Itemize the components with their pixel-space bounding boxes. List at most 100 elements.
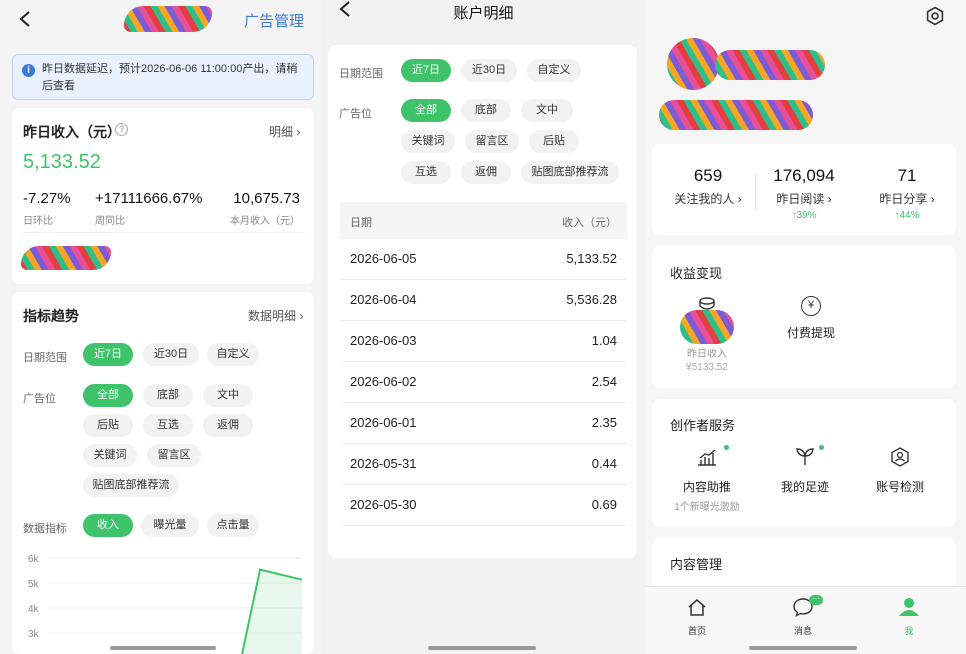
avatar[interactable] — [667, 38, 719, 90]
account-check-icon — [891, 447, 909, 467]
stat-followers-value: 659 — [693, 166, 723, 185]
row-income: 1.04 — [591, 333, 617, 348]
table-row: 2026-06-03 1.04 — [340, 321, 627, 362]
stat-reads-value: 176,094 — [773, 166, 835, 185]
row-date: 2026-06-03 — [350, 333, 417, 348]
chip-income[interactable]: 收入 — [83, 514, 133, 537]
chart-y-tick-label: 4k — [28, 604, 40, 615]
stat-followers[interactable]: 659 关注我的人 › — [658, 166, 758, 207]
monetize-card: 收益变现 昨日收入 ¥5133.52 ¥ 付费提现 — [652, 246, 956, 388]
chip-impressions[interactable]: 曝光量 — [141, 514, 199, 537]
trend-detail-link[interactable]: 数据明细 › — [248, 307, 303, 324]
row-date: 2026-06-01 — [350, 415, 417, 430]
row-income: 5,133.52 — [566, 251, 617, 266]
growth-chart-icon — [698, 449, 716, 466]
yesterday-income-value: ¥5133.52 — [686, 362, 728, 373]
notice-text: 昨日数据延迟，预计2026-06-06 11:00:00产出，请稍后查看 — [42, 63, 298, 92]
table-row: 2026-06-01 2.35 — [340, 403, 627, 444]
settings-icon[interactable] — [925, 6, 945, 26]
chip-rebate[interactable]: 返佣 — [203, 414, 253, 437]
chip-bottom[interactable]: 底部 — [143, 384, 193, 407]
chip-comment-area[interactable]: 留言区 — [147, 444, 201, 467]
chip-image-bottom-feed[interactable]: 贴图底部推荐流 — [521, 161, 619, 184]
chip-in-text[interactable]: 文中 — [521, 99, 573, 122]
stat-shares-growth: ↑44% — [894, 210, 920, 221]
person-icon — [899, 598, 919, 616]
chip-post-roll[interactable]: 后贴 — [83, 414, 133, 437]
chip-custom[interactable]: 自定义 — [207, 343, 259, 366]
bottom-tab-bar: 首页 ··· 消息 我 — [645, 586, 966, 654]
chart-y-tick-label: 3k — [28, 629, 40, 640]
tab-messages[interactable]: ··· 消息 — [783, 595, 823, 637]
chip-7d[interactable]: 近7日 — [401, 59, 451, 82]
table-row: 2026-05-31 0.44 — [340, 444, 627, 485]
chip-bottom[interactable]: 底部 — [461, 99, 511, 122]
monetize-title: 收益变现 — [670, 266, 723, 281]
home-icon — [688, 599, 706, 616]
chip-image-bottom-feed[interactable]: 贴图底部推荐流 — [83, 474, 179, 497]
ad-position-label: 广告位 — [339, 108, 372, 120]
obscured-username — [715, 50, 825, 80]
home-indicator — [428, 646, 536, 650]
trend-chart: 6k 5k 4k 3k — [28, 554, 303, 654]
ad-position-label: 广告位 — [23, 393, 56, 405]
row-date: 2026-06-02 — [350, 374, 417, 389]
profile-screen: 659 关注我的人 › 176,094 昨日阅读 › ↑39% 71 昨日分享 … — [645, 0, 966, 654]
content-boost-entry[interactable]: 内容助推 1个新曝光激励 — [662, 445, 752, 513]
help-icon[interactable]: ? — [115, 123, 128, 136]
chip-in-text[interactable]: 文中 — [203, 384, 253, 407]
content-boost-label: 内容助推 — [682, 480, 731, 494]
stat-shares-value: 71 — [897, 166, 917, 185]
obscured-content — [680, 310, 734, 344]
chip-all[interactable]: 全部 — [83, 384, 133, 407]
account-detail-card: 日期范围 近7日 近30日 自定义 广告位 全部 底部 文中 关键词 留言区 后… — [328, 45, 637, 558]
chip-mutual-select[interactable]: 互选 — [143, 414, 193, 437]
unread-badge-icon: ··· — [809, 595, 823, 605]
chip-30d[interactable]: 近30日 — [461, 59, 517, 82]
tab-home-label: 首页 — [687, 626, 706, 636]
col-income: 收入（元） — [562, 217, 617, 229]
content-boost-sub: 1个新曝光激励 — [674, 502, 740, 513]
yesterday-income-entry[interactable]: 昨日收入 ¥5133.52 — [676, 296, 738, 373]
stat-reads[interactable]: 176,094 昨日阅读 › ↑39% — [754, 166, 854, 221]
row-date: 2026-06-04 — [350, 292, 417, 307]
chip-comment-area[interactable]: 留言区 — [465, 130, 519, 153]
tab-messages-label: 消息 — [793, 626, 812, 636]
chip-7d[interactable]: 近7日 — [83, 343, 133, 366]
chip-mutual-select[interactable]: 互选 — [401, 161, 451, 184]
ad-management-screen: 广告管理 i 昨日数据延迟，预计2026-06-06 11:00:00产出，请稍… — [0, 0, 322, 654]
table-header: 日期 收入（元） — [340, 202, 627, 239]
stat-shares-label: 昨日分享 › — [879, 192, 935, 206]
metric-label: 数据指标 — [23, 523, 67, 535]
header-title[interactable]: 广告管理 — [244, 10, 304, 31]
back-icon[interactable] — [18, 10, 32, 28]
chip-keyword[interactable]: 关键词 — [401, 130, 455, 153]
chip-post-roll[interactable]: 后贴 — [529, 130, 579, 153]
tab-home[interactable]: 首页 — [677, 597, 717, 637]
chip-clicks[interactable]: 点击量 — [207, 514, 259, 537]
stat-reads-label: 昨日阅读 › — [776, 192, 832, 206]
tab-me[interactable]: 我 — [889, 597, 929, 637]
my-footprint-entry[interactable]: 我的足迹 — [760, 445, 850, 495]
chip-30d[interactable]: 近30日 — [143, 343, 199, 366]
header-title: 账户明细 — [453, 5, 514, 22]
home-indicator — [110, 646, 216, 650]
account-check-entry[interactable]: 账号检测 — [855, 447, 945, 495]
chip-custom[interactable]: 自定义 — [527, 59, 581, 82]
stat-month-income-label: 本月收入（元） — [230, 216, 300, 227]
paid-withdraw-entry[interactable]: ¥ 付费提现 — [766, 296, 856, 341]
yen-icon: ¥ — [801, 296, 821, 316]
new-dot — [724, 445, 729, 450]
stat-day-ratio-label: 日环比 — [23, 216, 53, 227]
table-row: 2026-06-04 5,536.28 — [340, 280, 627, 321]
chip-keyword[interactable]: 关键词 — [83, 444, 137, 467]
stat-shares[interactable]: 71 昨日分享 › ↑44% — [857, 166, 957, 221]
chip-rebate[interactable]: 返佣 — [461, 161, 511, 184]
income-detail-link[interactable]: 明细 › — [269, 123, 300, 140]
account-avatar-obscured — [124, 6, 212, 32]
chart-y-tick-label: 5k — [28, 579, 40, 590]
tab-me-label: 我 — [904, 626, 914, 636]
chip-all[interactable]: 全部 — [401, 99, 451, 122]
chart-area-income — [242, 569, 302, 654]
stat-followers-label: 关注我的人 › — [674, 192, 742, 206]
